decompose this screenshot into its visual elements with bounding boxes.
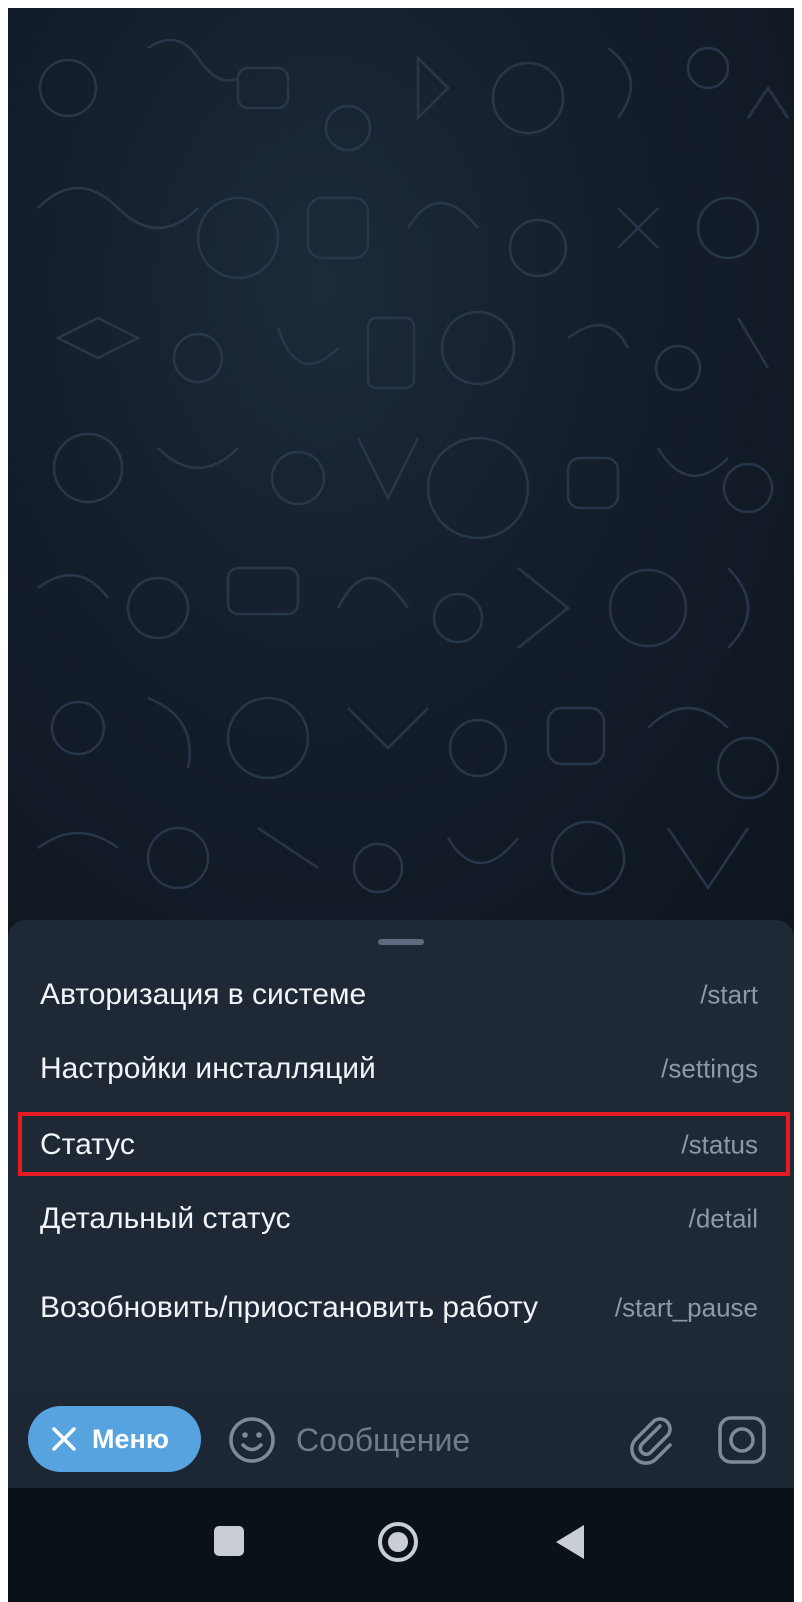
menu-button-label: Меню	[92, 1423, 169, 1454]
bot-commands-sheet: Авторизация в системе /start Настройки и…	[8, 920, 794, 1412]
command-description: Статус	[40, 1128, 135, 1161]
command-row-detail[interactable]: Детальный статус /detail	[8, 1182, 794, 1256]
paperclip-icon[interactable]	[624, 1412, 680, 1468]
close-icon	[52, 1427, 76, 1451]
emoji-icon[interactable]	[226, 1414, 278, 1466]
back-triangle-icon[interactable]	[552, 1522, 588, 1562]
command-description: Возобновить/приостановить работу	[40, 1291, 539, 1324]
recents-square-icon[interactable]	[214, 1526, 244, 1556]
command-row-settings[interactable]: Настройки инсталляций /settings	[8, 1032, 794, 1106]
command-row-status[interactable]: Статус /status	[8, 1108, 794, 1182]
command-name: /detail	[688, 1203, 758, 1234]
command-description: Настройки инсталляций	[40, 1052, 376, 1085]
command-name: /settings	[661, 1053, 758, 1084]
command-name: /status	[681, 1129, 758, 1160]
message-input-bar: Меню	[8, 1392, 794, 1488]
phone-screen: Авторизация в системе /start Настройки и…	[8, 8, 794, 1602]
system-navigation-bar	[8, 1488, 794, 1602]
command-name: /start	[700, 979, 758, 1010]
doodle-pattern	[37, 38, 790, 896]
camera-icon[interactable]	[714, 1412, 770, 1468]
command-description: Детальный статус	[40, 1202, 291, 1235]
home-circle-icon[interactable]	[376, 1520, 420, 1564]
command-row-start[interactable]: Авторизация в системе /start	[8, 958, 794, 1032]
command-description: Авторизация в системе	[40, 978, 367, 1011]
chat-wallpaper	[8, 8, 794, 928]
command-name: /start_pause	[614, 1292, 758, 1323]
sheet-drag-handle[interactable]	[378, 939, 424, 945]
menu-button[interactable]: Меню	[28, 1406, 201, 1472]
message-input[interactable]	[296, 1414, 596, 1466]
command-row-start-pause[interactable]: Возобновить/приостановить работу /start_…	[8, 1258, 794, 1358]
